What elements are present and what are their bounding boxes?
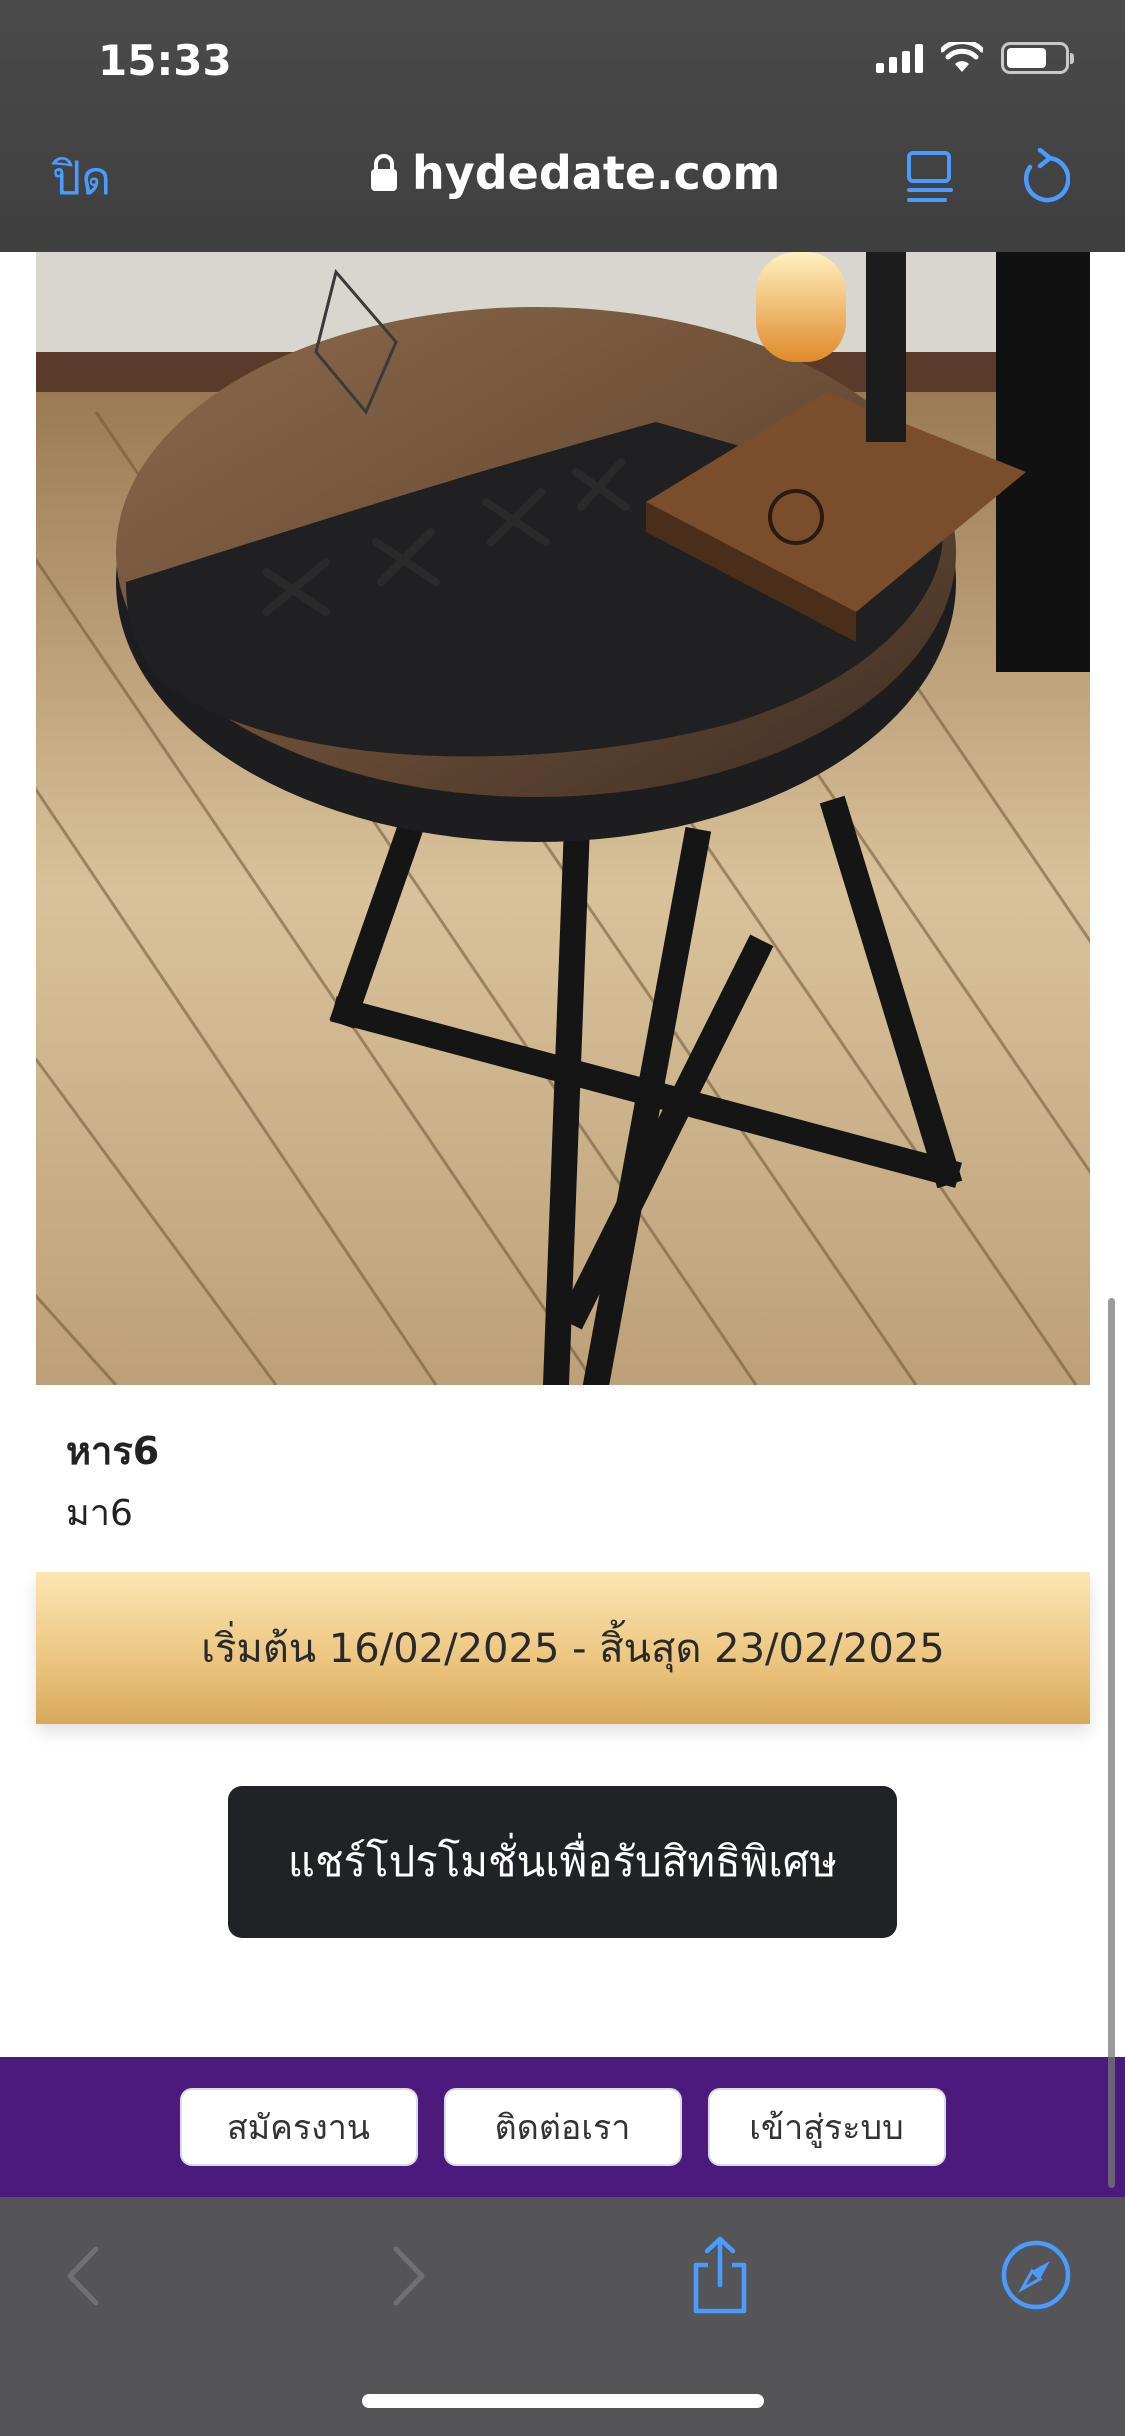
share-promotion-button[interactable]: แชร์โปรโมชั่นเพื่อรับสิทธิพิเศษ xyxy=(228,1786,897,1938)
back-icon[interactable] xyxy=(64,2245,104,2307)
apply-job-button[interactable]: สมัครงาน xyxy=(179,2088,418,2166)
status-time: 15:33 xyxy=(98,36,232,85)
promo-date-banner: เริ่มต้น 16/02/2025 - สิ้นสุด 23/02/2025 xyxy=(36,1572,1090,1724)
url-text: hydedate.com xyxy=(412,146,781,200)
lock-icon xyxy=(371,154,397,191)
compass-icon[interactable] xyxy=(1000,2239,1072,2311)
scrollbar[interactable] xyxy=(1108,1298,1115,2188)
forward-icon[interactable] xyxy=(388,2245,428,2307)
product-subtitle: มา6 xyxy=(66,1493,133,1534)
url-bar[interactable]: hydedate.com xyxy=(370,146,780,200)
login-button[interactable]: เข้าสู่ระบบ xyxy=(707,2088,946,2166)
product-image xyxy=(36,252,1090,1385)
status-icons xyxy=(876,42,1074,74)
contact-us-button[interactable]: ติดต่อเรา xyxy=(443,2088,682,2166)
footer-nav: สมัครงาน ติดต่อเรา เข้าสู่ระบบ xyxy=(0,2057,1125,2197)
battery-icon xyxy=(1001,42,1074,74)
reload-icon[interactable] xyxy=(1018,148,1070,206)
reader-view-icon[interactable] xyxy=(905,150,955,204)
share-promotion-label: แชร์โปรโมชั่นเพื่อรับสิทธิพิเศษ xyxy=(287,1837,838,1886)
wifi-icon xyxy=(941,42,983,72)
close-button[interactable]: ปิด xyxy=(52,142,111,215)
cellular-signal-icon xyxy=(876,43,923,73)
share-icon[interactable] xyxy=(690,2235,750,2315)
promo-date-range: เริ่มต้น 16/02/2025 - สิ้นสุด 23/02/2025 xyxy=(201,1626,945,1672)
page-content: หาร6 มา6 เริ่มต้น 16/02/2025 - สิ้นสุด 2… xyxy=(0,252,1125,2057)
home-indicator[interactable] xyxy=(362,2394,764,2408)
browser-top-bar: 15:33 ปิด hydedate.com xyxy=(0,0,1125,252)
product-name: หาร6 xyxy=(66,1429,160,1473)
